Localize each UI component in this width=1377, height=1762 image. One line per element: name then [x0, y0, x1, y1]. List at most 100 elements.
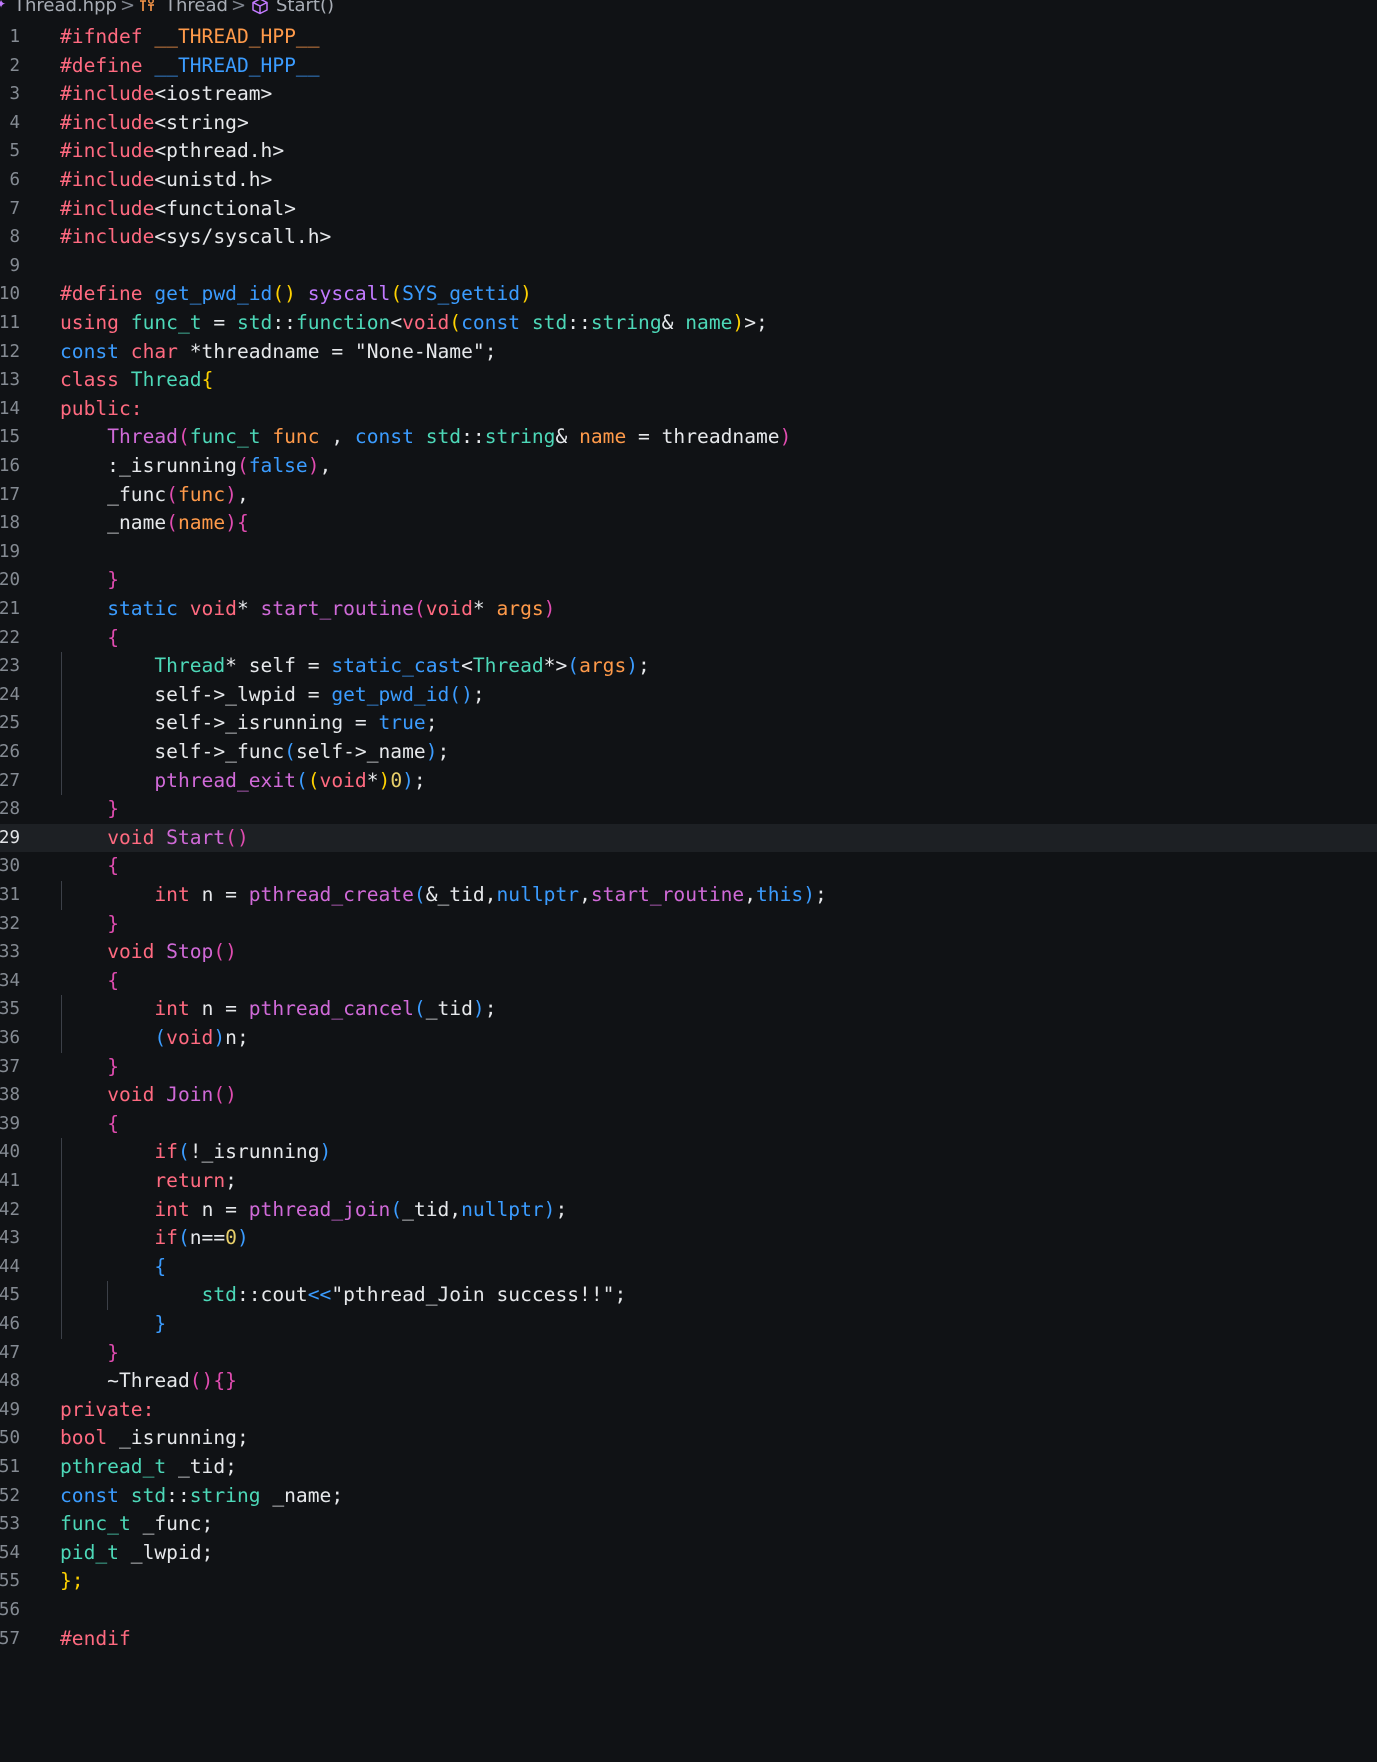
code-token: { [201, 368, 214, 392]
code-token: () [449, 682, 473, 706]
code-line[interactable]: 18 _name(name){ [0, 509, 1377, 538]
code-line[interactable]: 46 } [0, 1310, 1377, 1339]
code-token: #define [60, 282, 155, 306]
code-line[interactable]: 26 self->_func(self->_name); [0, 738, 1377, 767]
code-token: *> [543, 654, 568, 678]
code-line[interactable]: 39 { [0, 1110, 1377, 1139]
code-line[interactable]: 12 const char *threadname = "None-Name"; [0, 338, 1377, 367]
code-line[interactable]: 37 } [0, 1053, 1377, 1082]
code-line[interactable]: 24 self->_lwpid = get_pwd_id(); [0, 681, 1377, 710]
code-line[interactable]: 14 public: [0, 395, 1377, 424]
code-text: } [60, 1339, 119, 1368]
code-line[interactable]: 53 func_t _func; [0, 1510, 1377, 1539]
code-line[interactable]: 22 { [0, 624, 1377, 653]
code-token: ( [307, 768, 320, 792]
code-line[interactable]: 29 void Start() [0, 823, 1377, 853]
line-number: 17 [0, 484, 20, 505]
line-number: 54 [0, 1542, 20, 1563]
code-line[interactable]: 30 { [0, 852, 1377, 881]
code-token: ) [543, 1197, 556, 1221]
code-line[interactable]: 49 private: [0, 1396, 1377, 1425]
code-line[interactable]: 45 std::cout<<"pthread_Join success!!"; [0, 1281, 1377, 1310]
code-token: ( [284, 740, 296, 763]
code-line[interactable]: 40 if(!_isrunning) [0, 1138, 1377, 1167]
code-token: _func; [142, 1512, 214, 1536]
code-line[interactable]: 28 } [0, 795, 1377, 824]
code-line[interactable]: 52 const std::string _name; [0, 1482, 1377, 1511]
code-line[interactable]: 42 int n = pthread_join(_tid,nullptr); [0, 1196, 1377, 1225]
line-number: 8 [9, 227, 20, 248]
code-line[interactable]: 32 } [0, 910, 1377, 939]
code-token: std [201, 1283, 237, 1307]
code-line[interactable]: 51 pthread_t _tid; [0, 1453, 1377, 1482]
code-line[interactable]: 48 ~Thread(){} [0, 1367, 1377, 1396]
line-number: 29 [0, 827, 20, 848]
code-token: function [295, 311, 391, 334]
code-token: this [756, 883, 804, 906]
code-line[interactable]: 13 class Thread{ [0, 366, 1377, 395]
breadcrumb-class[interactable]: Thread [165, 0, 228, 16]
code-text: void Stop() [60, 938, 237, 967]
code-line[interactable]: 2 #define __THREAD_HPP__ [0, 52, 1377, 81]
code-line[interactable]: 43 if(n==0) [0, 1224, 1377, 1253]
code-line[interactable]: 20 } [0, 566, 1377, 595]
code-line[interactable]: 5 #include<pthread.h> [0, 137, 1377, 166]
code-token: ( [567, 654, 580, 678]
code-token: get_pwd_id [154, 282, 273, 306]
code-line[interactable]: 38 void Join() [0, 1081, 1377, 1110]
code-line[interactable]: 15 Thread(func_t func , const std::strin… [0, 423, 1377, 452]
code-token: start_routine [590, 883, 745, 906]
code-line[interactable]: 44 { [0, 1253, 1377, 1282]
code-token: #include [60, 225, 155, 249]
code-text: #include<pthread.h> [60, 137, 284, 166]
line-number: 45 [0, 1285, 20, 1306]
code-token: ( [166, 511, 178, 535]
code-token: ) [732, 311, 745, 334]
code-line[interactable]: 27 pthread_exit((void*)0); [0, 767, 1377, 796]
code-line[interactable]: 4 #include<string> [0, 109, 1377, 138]
code-line[interactable]: 36 (void)n; [0, 1024, 1377, 1053]
code-line[interactable]: 21 static void* start_routine(void* args… [0, 595, 1377, 624]
breadcrumb-file[interactable]: Thread.hpp [14, 0, 117, 16]
code-line[interactable]: 6 #include<unistd.h> [0, 166, 1377, 195]
code-line[interactable]: 55}; [0, 1567, 1377, 1596]
code-line[interactable]: 35 int n = pthread_cancel(_tid); [0, 995, 1377, 1024]
code-line[interactable]: 3 #include<iostream> [0, 80, 1377, 109]
line-number: 2 [9, 55, 20, 76]
code-line[interactable]: 9 [0, 252, 1377, 281]
code-line[interactable]: 54 pid_t _lwpid; [0, 1539, 1377, 1568]
code-line[interactable]: 19 [0, 538, 1377, 567]
code-line[interactable]: 34 { [0, 967, 1377, 996]
code-token: < [390, 311, 403, 334]
code-token: pthread_exit [154, 768, 296, 792]
code-token: ; [638, 654, 650, 678]
line-number: 25 [0, 713, 20, 734]
code-line[interactable]: 31 int n = pthread_create(&_tid,nullptr,… [0, 881, 1377, 910]
breadcrumb-method[interactable]: Start() [276, 0, 334, 16]
code-line[interactable]: 50 bool _isrunning; [0, 1424, 1377, 1453]
code-token: #include [60, 168, 155, 191]
code-line[interactable]: 33 void Stop() [0, 938, 1377, 967]
code-line[interactable]: 10 #define get_pwd_id() syscall(SYS_getti… [0, 280, 1377, 309]
code-token: } [154, 1312, 167, 1335]
code-line[interactable]: 23 Thread* self = static_cast<Thread*>(a… [0, 652, 1377, 681]
line-number: 49 [0, 1399, 20, 1420]
code-line[interactable]: 16 :_isrunning(false), [0, 452, 1377, 481]
code-line[interactable]: 8 #include<sys/syscall.h> [0, 223, 1377, 252]
code-line[interactable]: 57 #endif [0, 1625, 1377, 1654]
code-line[interactable]: 41 return; [0, 1167, 1377, 1196]
code-token: #include [60, 196, 155, 220]
code-line[interactable]: 17 _func(func), [0, 481, 1377, 510]
code-line[interactable]: 56 [0, 1596, 1377, 1625]
code-text: self->_isrunning = true; [60, 709, 437, 738]
code-line[interactable]: 1 #ifndef __THREAD_HPP__ [0, 23, 1377, 52]
code-line[interactable]: 25 self->_isrunning = true; [0, 709, 1377, 738]
code-line[interactable]: 11 using func_t = std::function<void(cons… [0, 309, 1377, 338]
code-line[interactable]: 7 #include<functional> [0, 195, 1377, 224]
code-line[interactable]: 47 } [0, 1339, 1377, 1368]
code-token: func_t [189, 425, 273, 449]
code-token: { [107, 1111, 119, 1135]
code-token: ( [413, 997, 426, 1021]
